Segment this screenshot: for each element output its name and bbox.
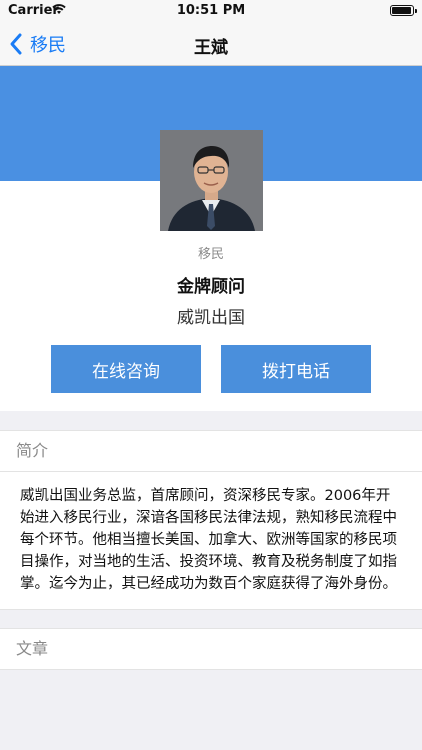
page-title: 王斌 <box>194 38 228 58</box>
intro-text: 威凯出国业务总监，首席顾问，资深移民专家。2006年开始进入移民行业，深谙各国移… <box>0 472 422 610</box>
intro-section-header: 简介 <box>0 430 422 472</box>
articles-section-header[interactable]: 文章 <box>0 628 422 670</box>
avatar <box>160 130 263 231</box>
avatar-portrait <box>160 130 263 231</box>
profile-company: 威凯出国 <box>177 308 245 328</box>
battery-icon <box>390 5 417 16</box>
online-consult-button[interactable]: 在线咨询 <box>51 345 201 393</box>
status-time: 10:51 PM <box>176 3 246 18</box>
call-button[interactable]: 拨打电话 <box>221 345 371 393</box>
status-bar: Carrier 10:51 PM <box>0 0 422 22</box>
profile-category: 移民 <box>197 247 224 262</box>
navigation-bar: 移民 王斌 <box>0 22 422 66</box>
profile-title: 金牌顾问 <box>177 277 245 297</box>
